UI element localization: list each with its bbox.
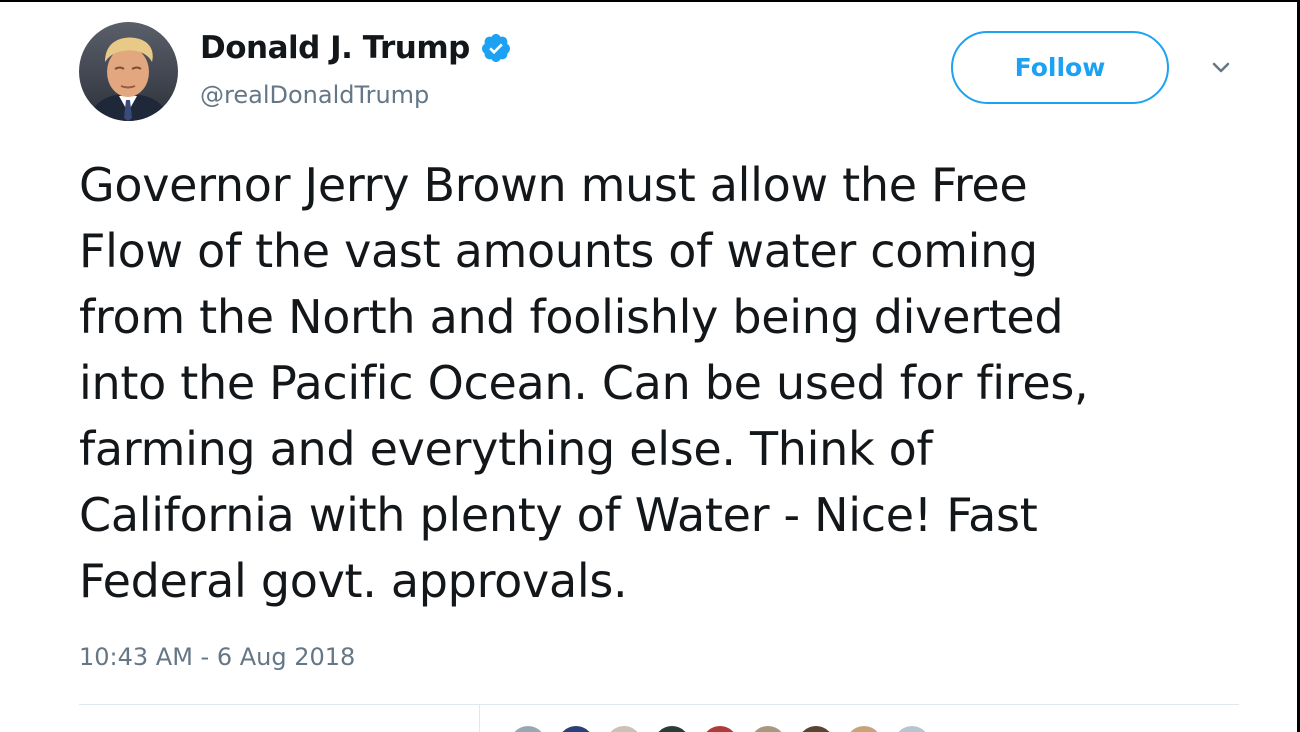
liker-avatar[interactable] bbox=[700, 724, 740, 732]
tweet-card: Donald J. Trump @realDonaldTrump Follow … bbox=[0, 2, 1297, 732]
liker-avatar[interactable] bbox=[508, 724, 548, 732]
divider bbox=[79, 704, 1239, 705]
tweet-timestamp[interactable]: 10:43 AM - 6 Aug 2018 bbox=[79, 643, 355, 671]
avatar[interactable] bbox=[79, 22, 178, 121]
stats-divider bbox=[479, 705, 480, 732]
author-name-row[interactable]: Donald J. Trump bbox=[200, 28, 512, 68]
liker-avatar[interactable] bbox=[892, 724, 932, 732]
tweet-text: Governor Jerry Brown must allow the Free… bbox=[79, 158, 1089, 608]
liker-avatar[interactable] bbox=[748, 724, 788, 732]
liker-avatar[interactable] bbox=[556, 724, 596, 732]
liker-avatars bbox=[508, 724, 940, 732]
verified-badge-icon bbox=[480, 32, 512, 64]
liker-avatar[interactable] bbox=[604, 724, 644, 732]
avatar-image bbox=[79, 22, 178, 121]
liker-avatar[interactable] bbox=[652, 724, 692, 732]
liker-avatar[interactable] bbox=[844, 724, 884, 732]
chevron-down-icon[interactable] bbox=[1206, 56, 1236, 80]
author-handle[interactable]: @realDonaldTrump bbox=[200, 81, 429, 109]
author-name: Donald J. Trump bbox=[200, 30, 470, 66]
liker-avatar[interactable] bbox=[796, 724, 836, 732]
follow-button[interactable]: Follow bbox=[951, 31, 1169, 104]
